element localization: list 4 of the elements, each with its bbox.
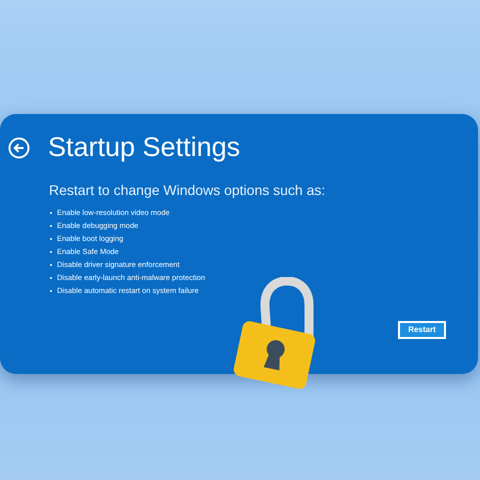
subtitle: Restart to change Windows options such as: xyxy=(49,183,326,197)
restart-button[interactable]: Restart xyxy=(398,321,446,339)
back-icon[interactable] xyxy=(8,136,30,158)
window-title: Startup Settings xyxy=(48,134,240,161)
